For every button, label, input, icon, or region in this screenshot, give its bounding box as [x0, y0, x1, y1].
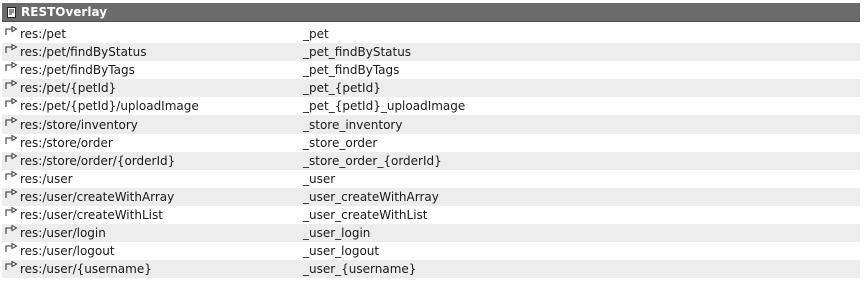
mapping-row[interactable]: res:/user/{username} _user_{username} [2, 260, 860, 279]
link-arrow-icon [5, 170, 18, 182]
resource-path: res:/user/logout [20, 244, 115, 259]
endpoint-name: _user_logout [303, 244, 380, 259]
link-arrow-icon [5, 79, 18, 91]
link-arrow-icon [5, 224, 18, 236]
link-arrow-icon [5, 206, 18, 218]
link-arrow-icon [5, 152, 18, 164]
link-arrow-icon [5, 61, 18, 73]
mapping-row[interactable]: res:/user/logout _user_logout [2, 242, 860, 261]
resource-path: res:/user/{username} [20, 262, 152, 277]
link-arrow-icon [5, 134, 18, 146]
link-arrow-icon [5, 242, 18, 254]
resource-path: res:/user/createWithList [20, 207, 163, 222]
document-icon [7, 6, 17, 18]
panel-header[interactable]: RESTOverlay [2, 3, 860, 22]
rest-overlay-panel: RESTOverlay res:/pet _pet res:/pet/findByS… [0, 0, 862, 285]
endpoint-name: _store_inventory [303, 117, 403, 132]
mapping-row[interactable]: res:/pet/findByTags _pet_findByTags [2, 61, 860, 80]
mapping-row[interactable]: res:/pet _pet [2, 25, 860, 44]
resource-path: res:/pet/{petId}/uploadImage [20, 99, 199, 114]
endpoint-name: _pet [303, 27, 329, 42]
resource-path: res:/pet/findByStatus [20, 45, 147, 60]
resource-path: res:/store/order [20, 135, 113, 150]
mapping-row[interactable]: res:/store/inventory _store_inventory [2, 115, 860, 134]
link-arrow-icon [5, 43, 18, 55]
mapping-row[interactable]: res:/pet/findByStatus _pet_findByStatus [2, 43, 860, 62]
link-arrow-icon [5, 97, 18, 109]
resource-path: res:/user/login [20, 226, 106, 241]
mapping-row[interactable]: res:/user/login _user_login [2, 224, 860, 243]
endpoint-name: _user_login [303, 226, 371, 241]
resource-path: res:/store/order/{orderId} [20, 153, 176, 168]
link-arrow-icon [5, 25, 18, 37]
endpoint-name: _user [303, 171, 336, 186]
mapping-row[interactable]: res:/pet/{petId} _pet_{petId} [2, 79, 860, 98]
endpoint-name: _pet_{petId} [303, 81, 381, 96]
link-arrow-icon [5, 260, 18, 272]
resource-path: res:/pet [20, 27, 67, 42]
endpoint-name: _pet_{petId}_uploadImage [303, 99, 466, 114]
resource-path: res:/user [20, 171, 73, 186]
mapping-row[interactable]: res:/store/order/{orderId} _store_order_{… [2, 151, 860, 170]
endpoint-name: _user_{username} [303, 262, 417, 277]
endpoint-name: _pet_findByStatus [303, 45, 412, 60]
resource-path: res:/pet/{petId} [20, 81, 117, 96]
endpoint-name: _store_order [303, 135, 378, 150]
resource-path: res:/pet/findByTags [20, 63, 135, 78]
mapping-row[interactable]: res:/user/createWithArray _user_createWit… [2, 187, 860, 206]
endpoint-name: _user_createWithArray [303, 189, 439, 204]
panel-title: RESTOverlay [21, 5, 108, 19]
resource-path: res:/user/createWithArray [20, 189, 175, 204]
mapping-row[interactable]: res:/user/createWithList _user_createWith… [2, 205, 860, 225]
link-arrow-icon [5, 188, 18, 200]
mapping-row[interactable]: res:/store/order _store_order [2, 133, 860, 152]
mapping-row[interactable]: res:/pet/{petId}/uploadImage _pet_{petId}… [2, 97, 860, 116]
mapping-row[interactable]: res:/user _user [2, 169, 860, 188]
mapping-list: res:/pet _pet res:/pet/findByStatus _pet_fi… [2, 25, 860, 279]
endpoint-name: _user_createWithList [303, 207, 428, 222]
resource-path: res:/store/inventory [20, 117, 138, 132]
endpoint-name: _pet_findByTags [303, 63, 400, 78]
link-arrow-icon [5, 116, 18, 128]
endpoint-name: _store_order_{orderId} [303, 153, 442, 168]
